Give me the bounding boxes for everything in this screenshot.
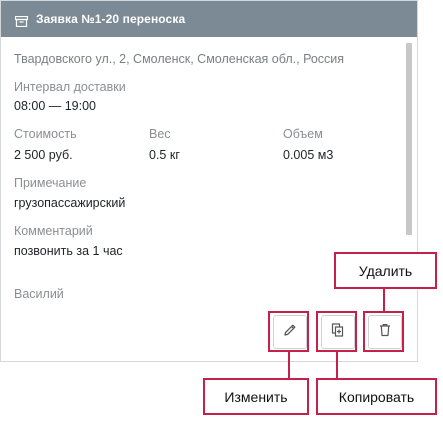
volume-label: Объем xyxy=(283,127,323,141)
address-text: Твардовского ул., 2, Смоленск, Смоленска… xyxy=(14,52,345,66)
note-value: грузопассажирский xyxy=(14,196,126,210)
edit-button-highlight xyxy=(268,311,309,352)
cost-value: 2 500 руб. xyxy=(14,148,73,162)
comment-value: позвонить за 1 час xyxy=(14,244,123,258)
card-header: Заявка №1-20 переноска xyxy=(1,1,417,37)
edit-connector-line xyxy=(288,352,290,378)
comment-label: Комментарий xyxy=(14,224,93,238)
person-name: Василий xyxy=(14,287,64,301)
order-card: Заявка №1-20 переноска Твардовского ул.,… xyxy=(0,0,418,362)
delete-callout: Удалить xyxy=(334,252,437,289)
cost-label: Стоимость xyxy=(14,127,77,141)
volume-value: 0.005 м3 xyxy=(283,148,334,162)
delete-connector-line xyxy=(383,289,385,311)
interval-label: Интервал доставки xyxy=(14,80,126,94)
card-title: Заявка №1-20 переноска xyxy=(36,12,186,26)
delete-button-highlight xyxy=(363,311,404,352)
scrollbar[interactable] xyxy=(406,43,412,235)
copy-button-highlight xyxy=(316,311,357,352)
copy-callout: Копировать xyxy=(316,378,437,415)
archive-box-icon xyxy=(14,14,29,27)
scrollbar-thumb[interactable] xyxy=(406,43,412,235)
copy-connector-line xyxy=(336,352,338,378)
note-label: Примечание xyxy=(14,176,87,190)
weight-value: 0.5 кг xyxy=(149,148,180,162)
weight-label: Вес xyxy=(149,127,171,141)
interval-value: 08:00 — 19:00 xyxy=(14,99,97,113)
edit-callout: Изменить xyxy=(203,378,309,415)
